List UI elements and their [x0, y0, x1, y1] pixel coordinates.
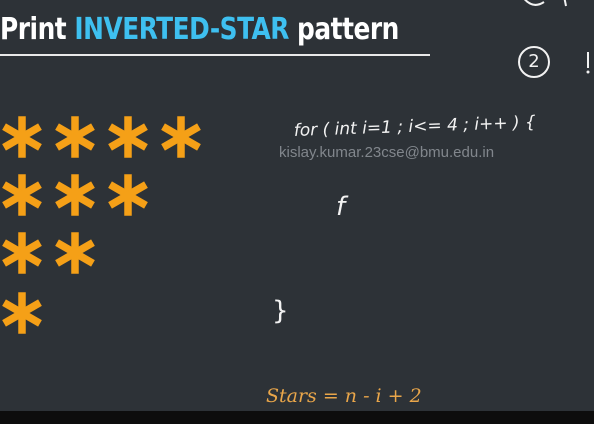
asterisk-star-icon: [161, 116, 201, 158]
title-suffix: pattern: [288, 12, 399, 47]
title-highlight: INVERTED-STAR: [74, 12, 289, 47]
asterisk-star-icon: [55, 232, 95, 274]
closing-brace: }: [272, 296, 289, 326]
asterisk-star-icon: [2, 116, 42, 158]
partial-note-mark: [586, 52, 590, 74]
asterisk-star-icon: [2, 232, 42, 274]
asterisk-star-icon: [2, 174, 42, 216]
slide-title: Print INVERTED-STAR pattern: [0, 12, 399, 48]
asterisk-star-icon: [55, 174, 95, 216]
partial-circle-mark: [523, 0, 567, 7]
stars-formula: Stars = n - i + 2: [266, 385, 422, 407]
title-underline: [0, 54, 430, 56]
asterisk-star-icon: [108, 174, 148, 216]
title-prefix: Print: [0, 12, 75, 47]
lecture-slide: Print INVERTED-STAR pattern 2 kislay.kum…: [0, 0, 594, 424]
star-row: [0, 284, 53, 340]
star-row: [0, 224, 106, 280]
asterisk-star-icon: [55, 116, 95, 158]
asterisk-star-icon: [108, 116, 148, 158]
star-row: [0, 108, 212, 164]
circled-step-number: 2: [518, 46, 550, 78]
video-bottom-bar: [0, 411, 594, 424]
inner-loop-mark: f: [336, 192, 346, 222]
handwritten-loop-code: for ( int i=1 ; i<= 4 ; i++ ) {: [293, 113, 536, 141]
loop-code-text: for ( int i=1 ; i<= 4 ; i++ ) {: [293, 113, 536, 141]
asterisk-star-icon: [2, 292, 42, 334]
star-row: [0, 166, 159, 222]
